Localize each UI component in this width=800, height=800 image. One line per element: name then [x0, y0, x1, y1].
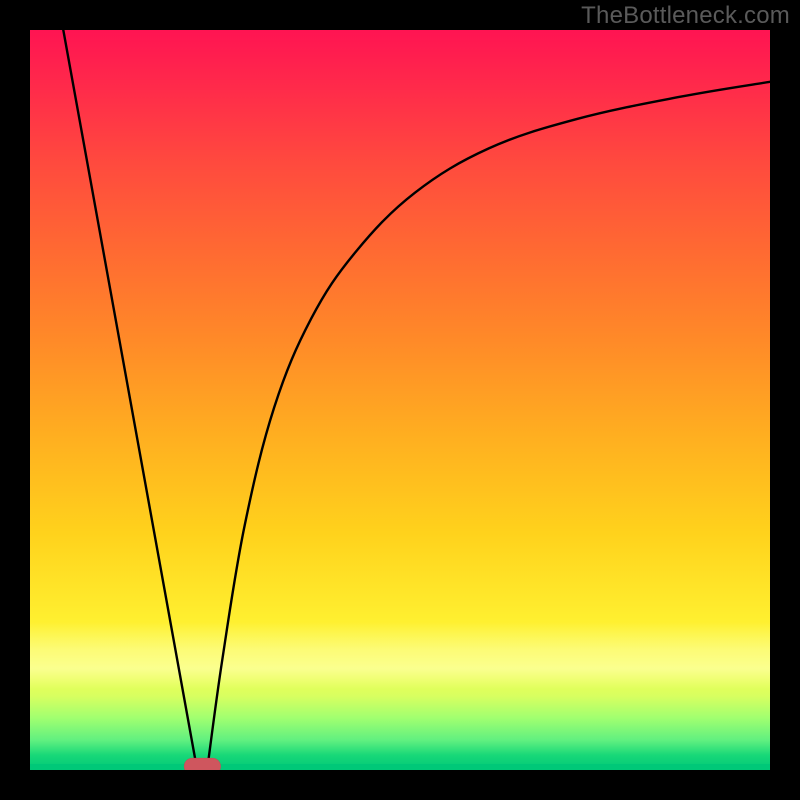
watermark-text: TheBottleneck.com [581, 2, 790, 30]
curve-left-arm [63, 30, 196, 766]
plot-area [30, 30, 770, 770]
chart-frame: TheBottleneck.com [0, 0, 800, 800]
curve-layer [30, 30, 770, 770]
curve-right-arm [208, 82, 770, 767]
vertex-marker [184, 758, 220, 770]
